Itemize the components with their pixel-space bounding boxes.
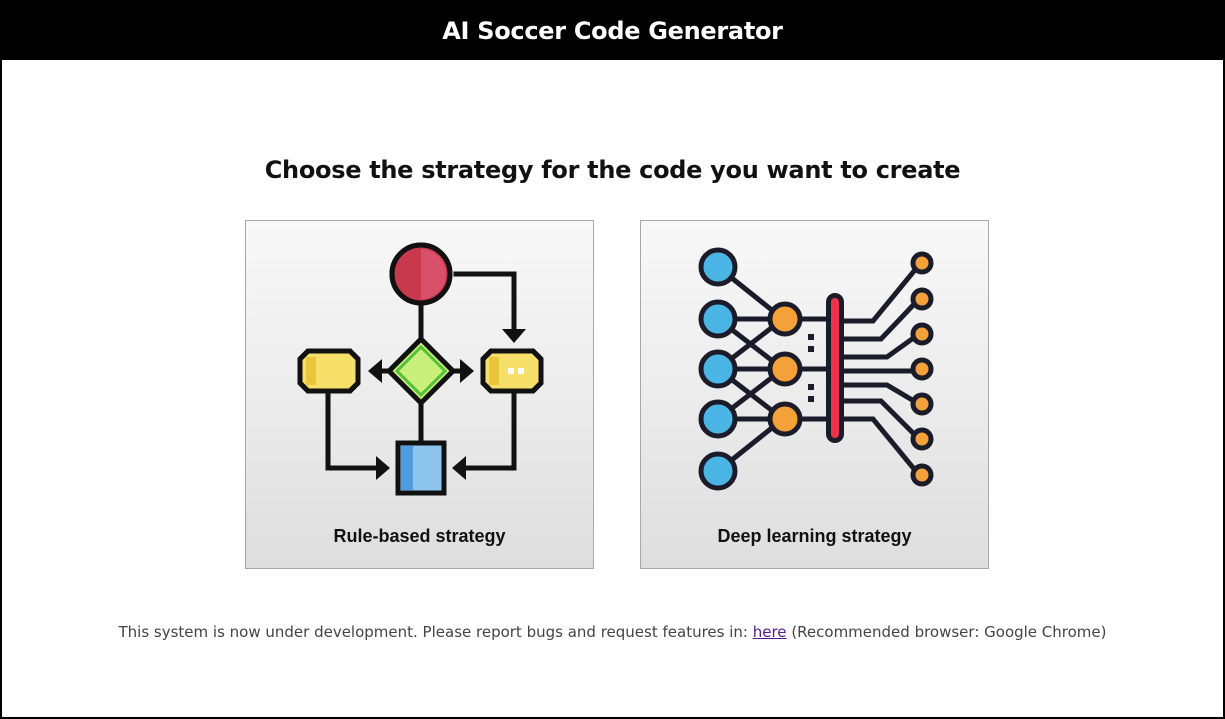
footer-note: This system is now under development. Pl… <box>2 623 1223 641</box>
app-frame: AI Soccer Code Generator Choose the stra… <box>0 0 1225 719</box>
rule-based-strategy-button[interactable]: Rule-based strategy <box>245 220 594 569</box>
report-link[interactable]: here <box>753 623 787 641</box>
deep-learning-strategy-button[interactable]: Deep learning strategy <box>640 220 989 569</box>
footer-text-before: This system is now under development. Pl… <box>118 623 753 641</box>
app-header: AI Soccer Code Generator <box>2 2 1223 60</box>
rule-based-strategy-label: Rule-based strategy <box>333 526 506 546</box>
footer-text-after: (Recommended browser: Google Chrome) <box>786 623 1107 641</box>
page-heading: Choose the strategy for the code you wan… <box>264 156 961 184</box>
app-title: AI Soccer Code Generator <box>442 17 783 45</box>
neural-network-icon <box>698 247 934 491</box>
deep-learning-strategy-label: Deep learning strategy <box>717 526 912 546</box>
flowchart-icon <box>297 242 544 496</box>
